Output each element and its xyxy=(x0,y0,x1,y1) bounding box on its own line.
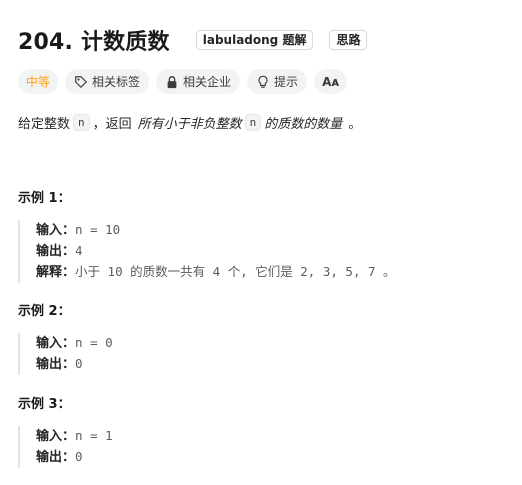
example-2-block: 输入：n = 0 输出：0 xyxy=(18,333,113,375)
example-1-input: 输入：n = 10 xyxy=(36,220,396,241)
labuladong-solution-button[interactable]: labuladong 题解 xyxy=(195,30,314,50)
example-2-output: 输出：0 xyxy=(36,354,113,375)
title-row: 204. 计数质数 labuladong 题解 思路 xyxy=(18,24,368,56)
hint-label: 提示 xyxy=(274,75,299,89)
example-1-block: 输入：n = 10 输出：4 解释：小于 10 的质数一共有 4 个, 它们是 … xyxy=(18,220,396,283)
explain-value: 小于 10 的质数一共有 4 个, 它们是 2, 3, 5, 7 。 xyxy=(75,264,396,279)
output-value: 4 xyxy=(75,243,83,258)
lock-icon xyxy=(167,75,177,88)
output-value: 0 xyxy=(75,356,83,371)
related-tags-button[interactable]: 相关标签 xyxy=(65,69,150,94)
explain-label: 解释： xyxy=(36,265,76,280)
lightbulb-icon xyxy=(258,75,268,88)
tag-icon xyxy=(75,75,87,88)
example-1-output: 输出：4 xyxy=(36,241,396,262)
input-value: n = 10 xyxy=(75,222,121,237)
var-n: n xyxy=(73,114,90,131)
description-italic: 所有小于非负整数 xyxy=(137,117,242,132)
example-1-title: 示例 1： xyxy=(18,191,71,206)
var-n-2: n xyxy=(244,114,262,131)
input-value: n = 1 xyxy=(75,428,113,443)
description-end: 。 xyxy=(348,117,362,132)
approach-button[interactable]: 思路 xyxy=(329,30,368,50)
description-prefix: 给定整数 xyxy=(18,117,71,132)
example-1-explain: 解释：小于 10 的质数一共有 4 个, 它们是 2, 3, 5, 7 。 xyxy=(36,262,396,283)
example-3-title: 示例 3： xyxy=(18,397,71,412)
difficulty-badge: 中等 xyxy=(18,69,59,94)
example-2-title: 示例 2： xyxy=(18,304,71,319)
example-3-input: 输入：n = 1 xyxy=(36,426,113,447)
translate-icon: Aᴀ xyxy=(322,74,340,89)
example-3-block: 输入：n = 1 输出：0 xyxy=(18,426,113,468)
input-label: 输入： xyxy=(36,336,76,351)
related-companies-label: 相关企业 xyxy=(183,75,232,89)
hint-button[interactable]: 提示 xyxy=(247,69,308,94)
problem-meta-bar: 中等 相关标签 相关企业 提示 Aᴀ xyxy=(18,69,354,94)
output-label: 输出： xyxy=(36,357,76,372)
input-label: 输入： xyxy=(36,429,76,444)
input-value: n = 0 xyxy=(75,335,113,350)
output-label: 输出： xyxy=(36,244,76,259)
description-suffix: 的质数的数量 xyxy=(264,117,343,132)
translate-button[interactable]: Aᴀ xyxy=(314,69,348,94)
output-label: 输出： xyxy=(36,450,76,465)
related-companies-button[interactable]: 相关企业 xyxy=(156,69,241,94)
problem-description: 给定整数 n ，返回 所有小于非负整数 n 的质数的数量 。 xyxy=(18,113,361,132)
example-2-input: 输入：n = 0 xyxy=(36,333,113,354)
output-value: 0 xyxy=(75,449,83,464)
input-label: 输入： xyxy=(36,223,76,238)
problem-title[interactable]: 204. 计数质数 xyxy=(18,24,170,56)
example-3-output: 输出：0 xyxy=(36,447,113,468)
difficulty-label: 中等 xyxy=(26,75,51,89)
description-middle: ，返回 xyxy=(92,117,132,132)
related-tags-label: 相关标签 xyxy=(92,75,141,89)
